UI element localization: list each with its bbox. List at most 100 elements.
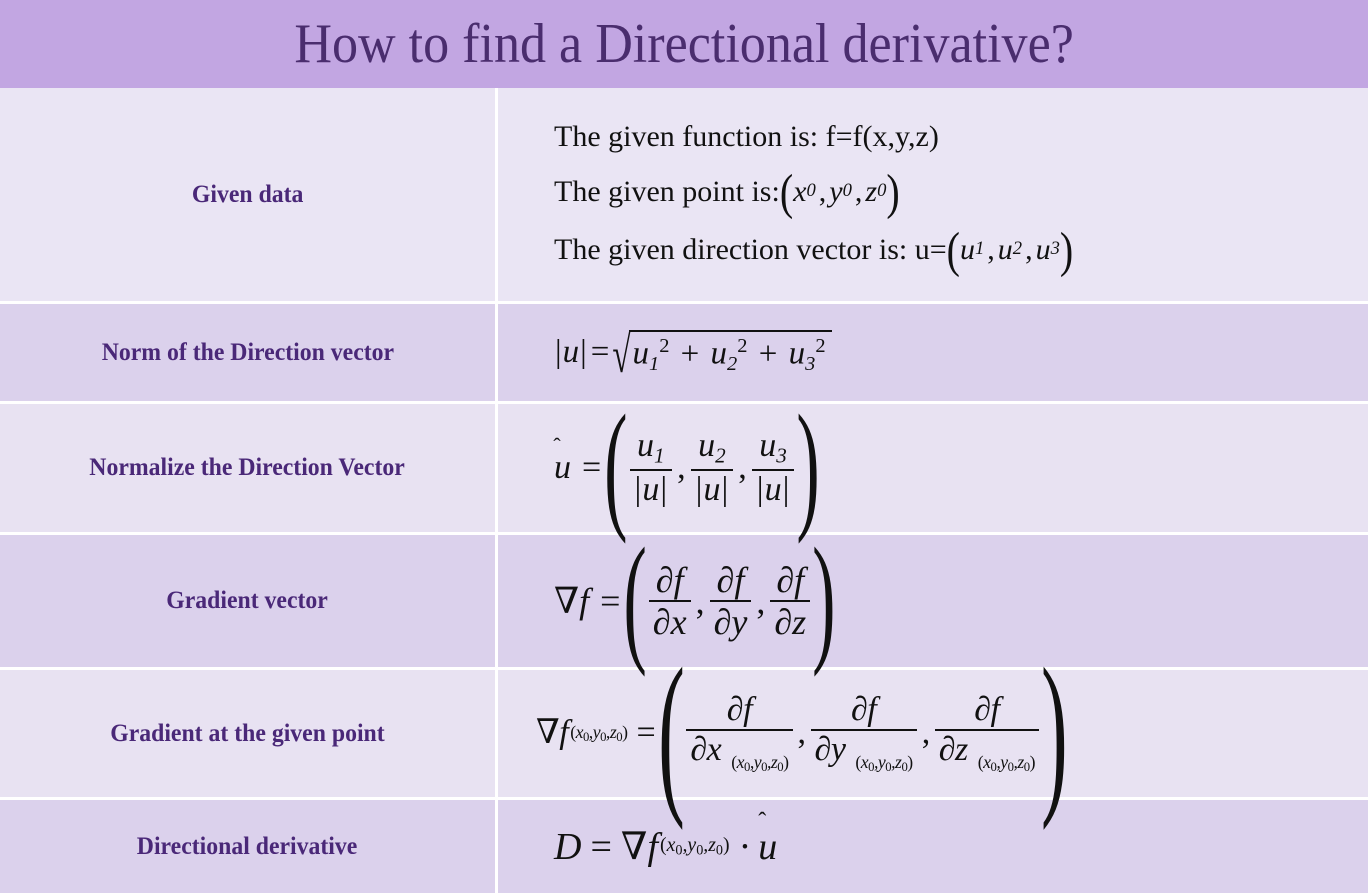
- abs-bar-left: |: [555, 334, 562, 370]
- fraction-u1-over-normu: u1 |u|: [629, 427, 673, 507]
- fraction-df-dx-at-point: ∂f ∂x (x0,y0,z0): [686, 693, 793, 775]
- var-u: u: [788, 335, 806, 372]
- numerator: ∂f: [776, 560, 805, 600]
- var-u: u: [1035, 232, 1051, 266]
- numerator: u1: [637, 427, 665, 468]
- exp-2: 2: [815, 335, 826, 358]
- comma: ,: [818, 174, 827, 208]
- var-u: u: [632, 335, 649, 372]
- row-label-given-data: Given data: [191, 180, 304, 208]
- table-row: Gradient at the given point ∇ f (x0,y0,z0…: [0, 643, 1368, 823]
- row-label-gradient-at-point: Gradient at the given point: [110, 719, 385, 747]
- comma: ,: [1025, 232, 1033, 266]
- denominator: ∂z: [770, 600, 811, 640]
- fraction-df-dz: ∂f ∂z: [770, 560, 811, 640]
- var-D: D: [554, 825, 582, 868]
- denominator: ∂z (x0,y0,z0): [934, 729, 1040, 775]
- var-u: u: [959, 232, 975, 266]
- row-label-cell-gradient: Gradient vector: [0, 535, 498, 667]
- right-paren: ): [796, 388, 820, 546]
- row-label-cell-gradient-at-point: Gradient at the given point: [0, 670, 498, 797]
- var-u: u: [997, 232, 1013, 266]
- equals: =: [600, 581, 621, 621]
- given-data-lines: The given function is: f=f(x,y,z) The gi…: [554, 119, 1074, 274]
- fraction-df-dx: ∂f ∂x: [648, 560, 691, 640]
- row-label-cell-normalize: Normalize the Direction Vector: [0, 404, 498, 532]
- row-formula-cell-directional-derivative: D = ∇f (x0,y0,z0) · û: [498, 800, 1368, 893]
- row-label-gradient: Gradient vector: [166, 587, 329, 614]
- u-hat: û: [554, 449, 571, 486]
- right-paren: ): [1041, 634, 1068, 833]
- nabla-icon: ∇: [620, 825, 648, 868]
- plus: +: [758, 335, 778, 372]
- comma: ,: [695, 581, 705, 621]
- row-formula-cell-normalize: û = ( u1 |u| , u2 |u| , u3 |u| ): [498, 395, 1368, 539]
- directional-derivative-steps-table: Given data The given function is: f=f(x,…: [0, 88, 1368, 893]
- numerator: ∂f: [716, 560, 745, 600]
- numerator: ∂f: [655, 560, 684, 600]
- eval-point-subscript: (x0,y0,z0): [570, 721, 628, 744]
- left-paren: (: [604, 388, 628, 546]
- table-row: Norm of the Direction vector | u | = √ u…: [0, 304, 1368, 404]
- right-paren: ): [886, 162, 900, 219]
- formula-directional-derivative: D = ∇f (x0,y0,z0) · û: [554, 828, 777, 866]
- denominator: |u|: [690, 468, 734, 507]
- sqrt-group: √ u12 + u22 + u32: [612, 330, 832, 383]
- formula-normalize: û = ( u1 |u| , u2 |u| , u3 |u| ): [554, 395, 820, 539]
- plus: +: [680, 335, 700, 372]
- sub-3: 3: [805, 353, 816, 376]
- eval-point-subscript: (x0,y0,z0): [731, 752, 789, 775]
- title-banner: How to find a Directional derivative?: [0, 0, 1368, 88]
- left-paren: (: [946, 220, 960, 277]
- numerator: u3: [759, 427, 787, 468]
- given-point-text: The given point is:: [554, 174, 780, 208]
- fraction-u3-over-normu: u3 |u|: [751, 427, 795, 507]
- denominator: ∂x (x0,y0,z0): [686, 729, 793, 775]
- given-direction-vector: ( u1 , u2 , u3 ): [947, 224, 1074, 274]
- equals: =: [582, 449, 602, 486]
- comma: ,: [921, 714, 931, 752]
- comma: ,: [738, 449, 747, 486]
- left-paren: (: [623, 521, 647, 679]
- fraction-df-dy-at-point: ∂f ∂y (x0,y0,z0): [810, 691, 917, 774]
- row-label-cell-given-data: Given data: [0, 88, 498, 301]
- nabla-icon: ∇: [536, 714, 560, 752]
- formula-gradient-at-point: ∇ f (x0,y0,z0) = ( ∂f ∂x (x0,y0,z0) , ∂f…: [536, 643, 1068, 823]
- denominator: |u|: [629, 468, 673, 507]
- comma: ,: [797, 714, 807, 752]
- eval-point-subscript: (x0,y0,z0): [977, 752, 1036, 775]
- formula-gradient: ∇ f = ( ∂f ∂x , ∂f ∂y , ∂f ∂z ): [554, 528, 835, 672]
- sub-1: 1: [648, 353, 660, 376]
- comma: ,: [677, 449, 686, 486]
- radicand: u12 + u22 + u32: [629, 330, 832, 376]
- abs-bar-right: |: [580, 334, 587, 370]
- given-direction-line: The given direction vector is: u= ( u1 ,…: [554, 224, 1074, 274]
- var-f: f: [579, 581, 590, 621]
- exp-2: 2: [659, 335, 670, 358]
- given-function-text: The given function is: f=f(x,y,z): [554, 119, 939, 153]
- equals: =: [636, 714, 656, 752]
- denominator: ∂y (x0,y0,z0): [810, 729, 917, 774]
- var-f: f: [559, 714, 569, 752]
- row-formula-cell-gradient-at-point: ∇ f (x0,y0,z0) = ( ∂f ∂x (x0,y0,z0) , ∂f…: [498, 643, 1368, 823]
- denominator: |u|: [751, 468, 795, 507]
- denominator: ∂y: [709, 600, 752, 640]
- row-label-norm: Norm of the Direction vector: [101, 338, 394, 366]
- equals: =: [590, 334, 610, 370]
- var-z: z: [865, 174, 878, 208]
- comma: ,: [987, 232, 995, 266]
- exp-2: 2: [737, 335, 748, 358]
- numerator: ∂f: [850, 691, 877, 729]
- row-label-directional-derivative: Directional derivative: [137, 832, 358, 860]
- equals: =: [590, 825, 612, 868]
- nabla-icon: ∇: [554, 581, 580, 621]
- numerator: ∂f: [974, 691, 1000, 729]
- given-point-line: The given point is: ( x0 , y0 , z0 ): [554, 166, 1073, 216]
- sub-0: 0: [842, 180, 852, 202]
- var-u: u: [710, 335, 728, 372]
- var-x: x: [793, 174, 807, 208]
- left-paren: (: [658, 634, 685, 833]
- table-row: Normalize the Direction Vector û = ( u1…: [0, 395, 1368, 539]
- row-label-normalize: Normalize the Direction Vector: [89, 454, 406, 481]
- comma: ,: [854, 174, 863, 208]
